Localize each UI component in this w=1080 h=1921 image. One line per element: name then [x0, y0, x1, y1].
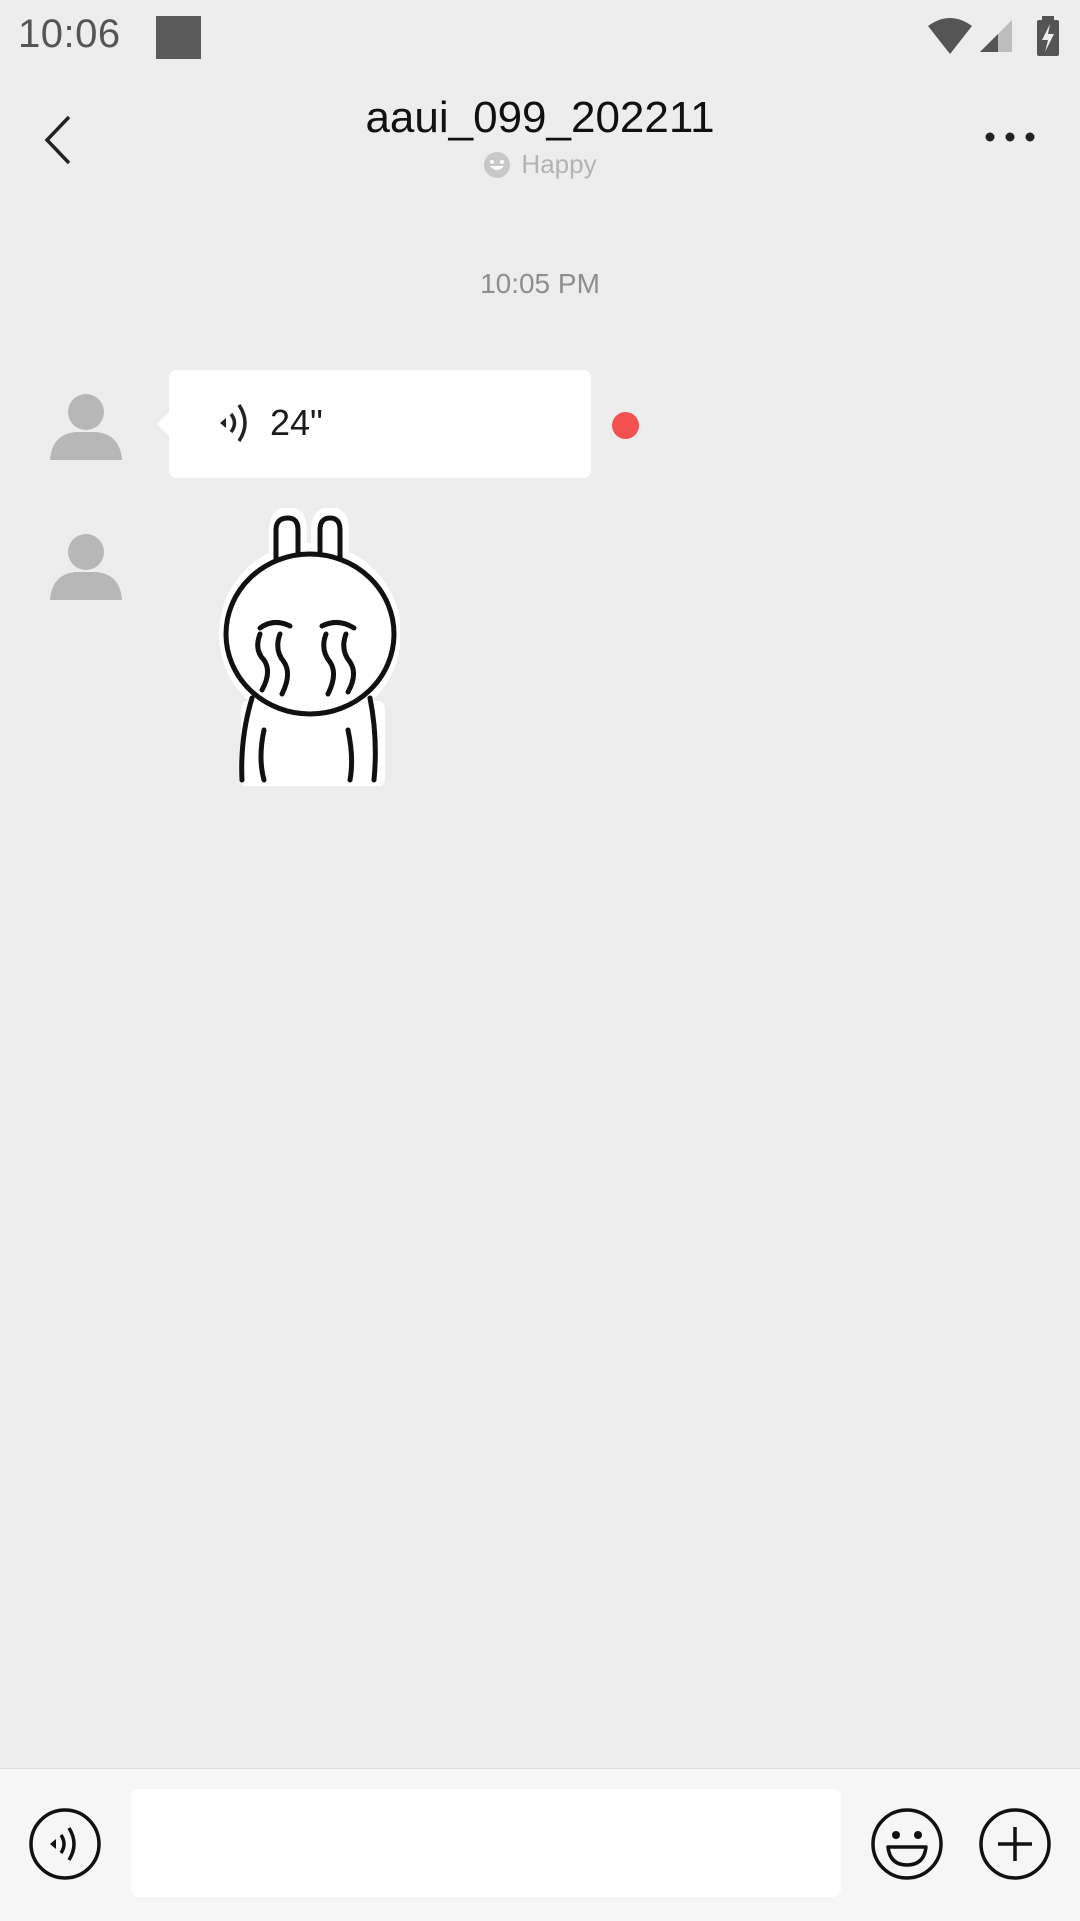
message-text-field[interactable]	[131, 1789, 841, 1897]
message-timestamp: 10:05 PM	[480, 268, 600, 299]
cellular-signal-icon	[980, 20, 1012, 52]
avatar[interactable]	[46, 390, 126, 470]
voice-wave-icon	[220, 404, 247, 442]
battery-charging-icon	[1037, 16, 1059, 56]
plus-icon	[979, 1808, 1051, 1880]
voice-message-bubble[interactable]: 24"	[157, 370, 591, 478]
more-dots-icon	[985, 132, 1035, 142]
emoji-button[interactable]	[870, 1807, 944, 1886]
notification-icon	[156, 16, 201, 59]
smile-face-icon	[484, 151, 511, 178]
voice-input-toggle-button[interactable]	[28, 1807, 102, 1886]
status-icons	[926, 16, 1066, 60]
status-time: 10:06	[18, 12, 121, 56]
voice-toggle-icon	[29, 1808, 101, 1880]
status-bar: 10:06	[0, 0, 1080, 75]
emoji-icon	[871, 1808, 943, 1880]
user-status-text: Happy	[521, 149, 597, 179]
more-functions-button[interactable]	[978, 1807, 1052, 1886]
more-options-button[interactable]	[980, 117, 1040, 157]
wifi-icon	[928, 18, 972, 54]
crying-rabbit-sticker[interactable]	[218, 507, 401, 787]
user-status: Happy	[0, 149, 1080, 180]
voice-duration: 24"	[270, 402, 323, 443]
message-input-bar	[0, 1768, 1080, 1921]
default-avatar-icon	[50, 534, 122, 600]
default-avatar-icon	[50, 394, 122, 460]
chat-header: aaui_099_202211 Happy	[0, 75, 1080, 215]
unread-indicator	[612, 412, 639, 439]
chat-title: aaui_099_202211	[365, 93, 715, 142]
avatar[interactable]	[46, 530, 126, 610]
